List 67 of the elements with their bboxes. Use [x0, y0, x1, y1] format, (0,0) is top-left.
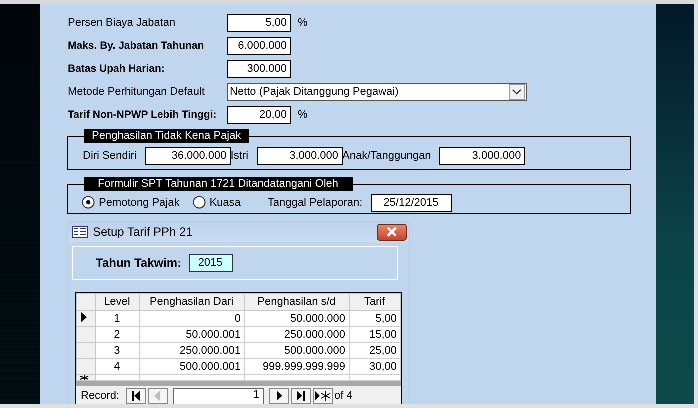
- radio-button[interactable]: [192, 196, 206, 209]
- date-field[interactable]: 25/12/2015: [370, 194, 452, 212]
- first-record-button[interactable]: [126, 388, 146, 404]
- radio-option[interactable]: Pemotong Pajak: [82, 196, 180, 209]
- table-cell: 500.000.000: [244, 342, 350, 358]
- table-cell: 25,00: [349, 342, 400, 358]
- radio-option[interactable]: Kuasa: [192, 196, 241, 209]
- field-label: Tahun Takwim:: [96, 256, 182, 270]
- field-label: Tarif Non-NPWP Lebih Tinggi:: [68, 108, 218, 120]
- last-icon: [296, 391, 306, 401]
- form-icon: [72, 226, 88, 238]
- previous-icon: [152, 391, 163, 401]
- navigator-label: Record:: [81, 390, 120, 402]
- new-record-icon: [80, 376, 89, 380]
- column-header[interactable]: Tarif: [349, 294, 400, 310]
- table-cell: 250.000.000: [244, 326, 350, 342]
- row-selector[interactable]: [76, 310, 96, 326]
- unit-label: %: [298, 16, 308, 28]
- table-cell: 50.000.000: [244, 310, 350, 326]
- year-field[interactable]: 2015: [188, 254, 233, 272]
- field-label: Anak/Tanggungan: [342, 150, 432, 162]
- field-label: Maks. By. Jabatan Tahunan: [68, 40, 206, 52]
- table-cell: 1: [95, 310, 140, 326]
- record-number-field[interactable]: 1: [172, 388, 264, 404]
- input-field[interactable]: 6.000.000: [227, 36, 291, 54]
- table-cell: 4: [95, 358, 140, 374]
- dropdown[interactable]: Netto (Pajak Ditanggung Pegawai): [227, 82, 527, 100]
- group-title: Penghasilan Tidak Kena Pajak: [84, 129, 250, 143]
- field-label: Metode Perhitungan Default: [68, 86, 206, 98]
- close-button[interactable]: [377, 224, 407, 240]
- new-record-icon: [314, 391, 331, 401]
- column-header[interactable]: Penghasilan s/d: [244, 294, 350, 310]
- field-label: Tanggal Pelaporan:: [268, 196, 363, 208]
- field-label: Istri: [230, 150, 249, 162]
- input-field[interactable]: 20,00: [227, 106, 291, 124]
- table-cell: 15,00: [349, 326, 400, 342]
- table-cell: 5,00: [349, 310, 400, 326]
- field-label: Persen Biaya Jabatan: [68, 16, 177, 28]
- table-cell: 50.000.001: [139, 326, 245, 342]
- unit-label: %: [298, 108, 308, 120]
- input-field[interactable]: 36.000.000: [144, 147, 231, 165]
- field-label: Batas Upah Harian:: [68, 62, 166, 74]
- new-record-button[interactable]: [312, 388, 333, 404]
- row-selector-header: [76, 294, 96, 310]
- table-cell: 500.000.001: [139, 358, 245, 374]
- table-cell: 0: [139, 310, 245, 326]
- input-field[interactable]: 5,00: [227, 14, 291, 32]
- column-header[interactable]: Level: [95, 294, 140, 310]
- record-count: of 4: [334, 390, 353, 402]
- field-label: Diri Sendiri: [83, 150, 137, 162]
- radio-button[interactable]: [82, 196, 95, 209]
- first-icon: [130, 391, 141, 401]
- window-title: Setup Tarif PPh 21: [93, 225, 194, 239]
- input-field[interactable]: 3.000.000: [256, 147, 343, 165]
- table-cell: 30,00: [349, 358, 400, 374]
- current-record-icon: [80, 312, 88, 322]
- table-cell: 250.000.001: [139, 342, 245, 358]
- group-title: Formulir SPT Tahunan 1721 Ditandatangani Oleh: [84, 177, 353, 191]
- table-cell: 2: [95, 326, 140, 342]
- last-record-button[interactable]: [290, 388, 311, 404]
- table-cell: 999.999.999.999: [244, 358, 350, 374]
- table-cell: 3: [95, 342, 140, 358]
- input-field[interactable]: 3.000.000: [439, 147, 526, 165]
- next-record-button[interactable]: [268, 388, 289, 404]
- input-field[interactable]: 300.000: [227, 60, 291, 78]
- close-icon: [385, 227, 399, 237]
- column-header[interactable]: Penghasilan Dari: [139, 294, 245, 310]
